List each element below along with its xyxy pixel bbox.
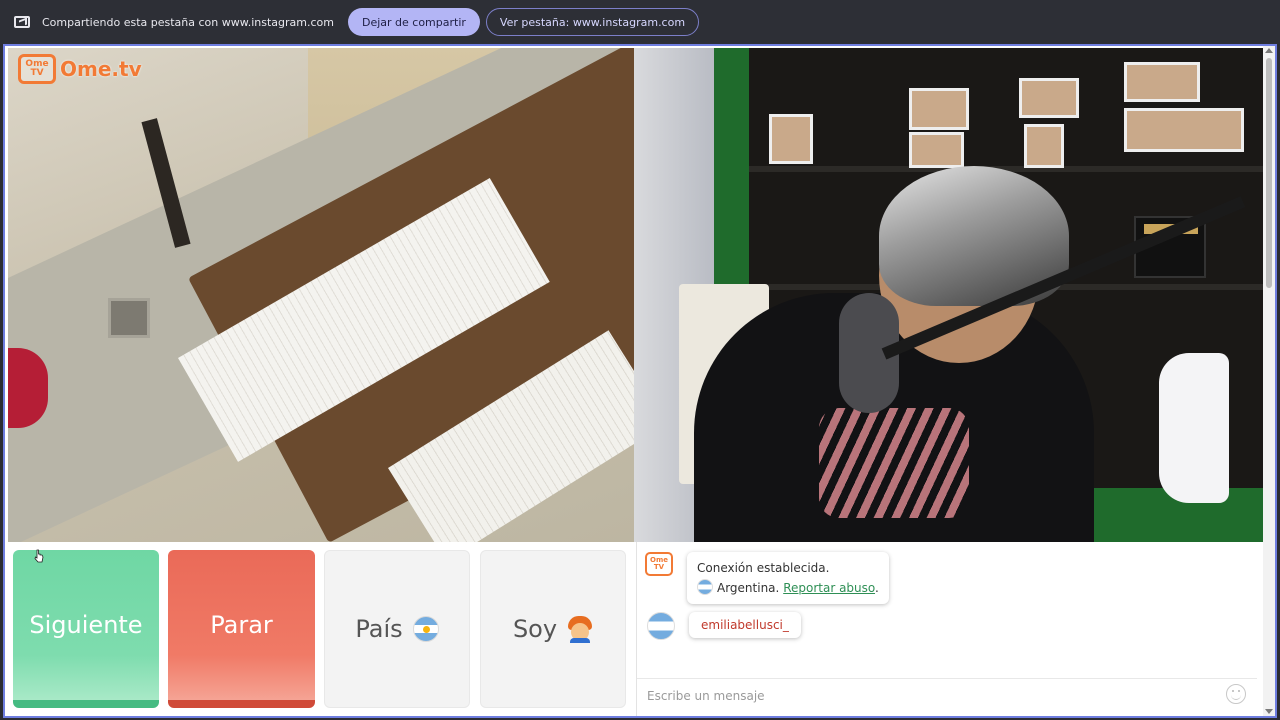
gender-button[interactable]: Soy xyxy=(480,550,626,708)
next-button[interactable]: Siguiente xyxy=(13,550,159,708)
stop-button[interactable]: Parar xyxy=(168,550,315,708)
user-message-text: emiliabellusci_ xyxy=(701,618,789,632)
country-label: País xyxy=(355,615,403,643)
stranger-video: Ome TV Ome.tv xyxy=(8,48,634,542)
mouse-cursor-icon xyxy=(34,549,44,563)
scroll-down-icon[interactable] xyxy=(1265,709,1273,714)
scroll-up-icon[interactable] xyxy=(1265,48,1273,53)
ometv-avatar-icon: Ome TV xyxy=(645,552,673,576)
stop-sharing-button[interactable]: Dejar de compartir xyxy=(347,8,480,36)
shared-tab-frame: Ome TV Ome.tv Siguiente Parar País Soy O… xyxy=(3,44,1277,718)
system-message: Ome TV Conexión establecida. Argentina. … xyxy=(645,552,889,604)
smiley-icon[interactable] xyxy=(1226,684,1246,704)
partner-country-line: Argentina. Reportar abuso. xyxy=(697,578,879,598)
boy-face-icon xyxy=(567,616,593,643)
tv-logo-icon: Ome TV xyxy=(18,54,56,84)
country-button[interactable]: País xyxy=(324,550,470,708)
report-suffix: . xyxy=(875,581,879,595)
gender-label: Soy xyxy=(512,615,558,643)
self-video xyxy=(634,48,1265,542)
message-input[interactable]: Escribe un mensaje xyxy=(637,678,1257,712)
chat-panel: Ome TV Conexión establecida. Argentina. … xyxy=(636,542,1257,716)
argentina-flag-icon xyxy=(412,616,439,642)
ometv-logo[interactable]: Ome TV Ome.tv xyxy=(18,54,142,84)
argentina-flag-icon xyxy=(697,579,713,595)
logo-text: Ome.tv xyxy=(60,57,142,81)
screen-share-icon xyxy=(14,16,30,28)
argentina-flag-avatar-icon xyxy=(647,612,675,640)
system-message-bubble: Conexión establecida. Argentina. Reporta… xyxy=(687,552,889,604)
share-status-text: Compartiendo esta pestaña con www.instag… xyxy=(42,15,334,29)
connection-status-text: Conexión establecida. xyxy=(697,561,830,575)
partner-country-text: Argentina. xyxy=(717,581,780,595)
user-message-bubble: emiliabellusci_ xyxy=(689,612,801,638)
report-abuse-link[interactable]: Reportar abuso xyxy=(783,581,875,595)
view-tab-button[interactable]: Ver pestaña: www.instagram.com xyxy=(485,8,700,36)
stop-label: Parar xyxy=(210,611,273,639)
page-scrollbar[interactable] xyxy=(1263,46,1275,716)
scrollbar-thumb[interactable] xyxy=(1266,58,1272,288)
next-label: Siguiente xyxy=(29,611,143,639)
user-message: emiliabellusci_ xyxy=(647,612,801,640)
screen-share-bar: Compartiendo esta pestaña con www.instag… xyxy=(0,0,1280,44)
